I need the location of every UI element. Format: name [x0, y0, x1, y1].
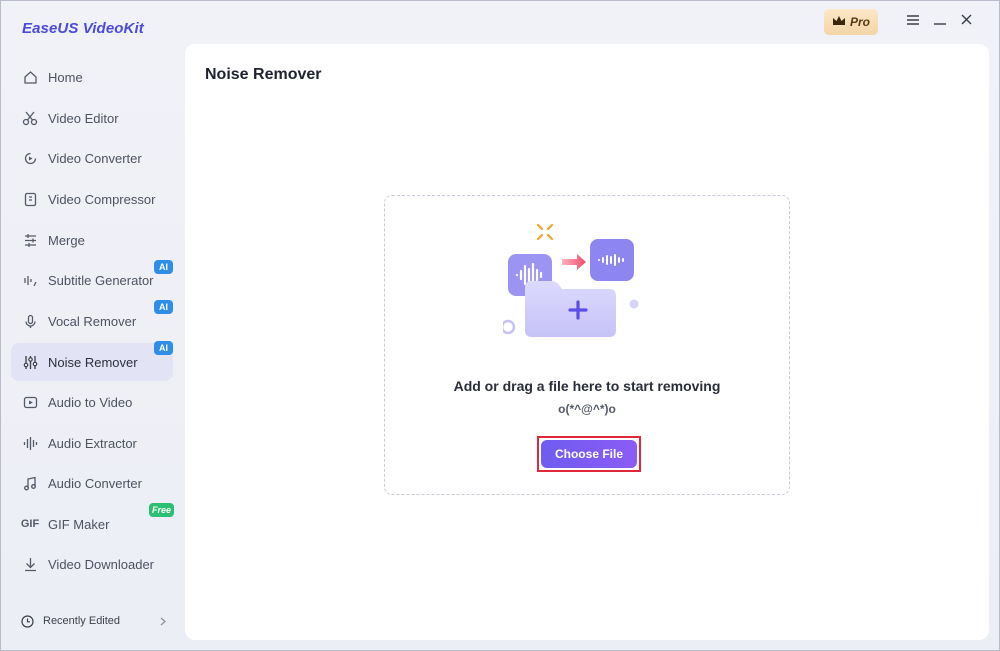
recently-edited-label: Recently Edited [43, 615, 121, 627]
dropzone-instruction: Add or drag a file here to start removin… [453, 378, 721, 394]
sidebar-item-video-downloader[interactable]: Video Downloader [11, 545, 173, 583]
app-window: EaseUS VideoKit Pro Home Video Editor Vi… [0, 0, 1000, 651]
pro-button[interactable]: Pro [824, 9, 878, 35]
free-badge: Free [149, 503, 174, 517]
play-box-icon [21, 393, 39, 411]
app-title: EaseUS VideoKit [22, 20, 144, 37]
sidebar-item-label: Video Converter [48, 150, 142, 166]
main-panel: Noise Remover Add or drag a file here to… [185, 44, 989, 640]
sidebar-item-merge[interactable]: Merge [11, 221, 173, 259]
menu-button[interactable] [903, 11, 923, 31]
clock-icon [21, 614, 34, 628]
sidebar-item-label: Video Compressor [48, 191, 156, 207]
chevron-right-icon [160, 617, 166, 626]
choose-file-button[interactable]: Choose File [541, 440, 637, 468]
gif-icon: GIF [20, 518, 40, 530]
sidebar-item-label: Audio Converter [48, 475, 142, 491]
ai-badge: AI [154, 260, 173, 274]
recently-edited[interactable]: Recently Edited [21, 612, 166, 630]
music-note-icon [21, 474, 39, 492]
sidebar-item-video-editor[interactable]: Video Editor [11, 99, 173, 137]
home-icon [21, 68, 39, 86]
sidebar-item-label: Subtitle Generator [48, 272, 154, 288]
sidebar-item-vocal-remover[interactable]: Vocal Remover [11, 302, 173, 340]
sidebar-item-video-compressor[interactable]: Video Compressor [11, 180, 173, 218]
sidebar-item-label: Audio Extractor [48, 435, 137, 451]
sidebar-item-subtitle-generator[interactable]: Subtitle Generator [11, 261, 173, 299]
sidebar-item-video-converter[interactable]: Video Converter [11, 139, 173, 177]
choose-file-highlight: Choose File [537, 436, 641, 472]
sidebar-item-label: GIF Maker [48, 516, 110, 532]
sidebar-item-home[interactable]: Home [11, 58, 173, 96]
crown-icon [832, 15, 846, 30]
sidebar-item-label: Home [48, 69, 83, 85]
ai-badge: AI [154, 300, 173, 314]
pro-label: Pro [849, 15, 870, 29]
upload-illustration [500, 218, 673, 348]
compress-icon [21, 190, 39, 208]
sidebar-item-label: Noise Remover [48, 354, 138, 370]
sidebar-item-label: Audio to Video [48, 394, 133, 410]
download-icon [21, 555, 39, 573]
sidebar-item-label: Video Editor [48, 110, 119, 126]
close-button[interactable] [956, 11, 976, 31]
sidebar-item-label: Vocal Remover [48, 313, 137, 329]
merge-icon [21, 231, 39, 249]
close-icon [961, 12, 972, 30]
waveform-icon [21, 434, 39, 452]
sidebar-item-audio-converter[interactable]: Audio Converter [11, 464, 173, 502]
scissors-icon [21, 109, 39, 127]
hamburger-icon [907, 12, 919, 30]
minimize-icon [934, 12, 946, 30]
sidebar-item-audio-extractor[interactable]: Audio Extractor [11, 424, 173, 462]
sidebar-item-noise-remover[interactable]: Noise Remover [11, 343, 173, 381]
subtitle-icon [21, 271, 39, 289]
equalizer-icon [21, 353, 39, 371]
microphone-icon [21, 312, 39, 330]
convert-icon [21, 149, 39, 167]
dropzone-emoticon: o(*^@^*)o [558, 402, 616, 416]
sidebar-item-audio-to-video[interactable]: Audio to Video [11, 383, 173, 421]
sidebar-item-label: Video Downloader [48, 556, 154, 572]
ai-badge: AI [154, 341, 173, 355]
sidebar-item-label: Merge [48, 232, 85, 248]
minimize-button[interactable] [930, 11, 950, 31]
page-title: Noise Remover [205, 66, 322, 83]
file-dropzone[interactable]: Add or drag a file here to start removin… [384, 195, 790, 495]
sidebar: Home Video Editor Video Converter Video … [1, 57, 185, 651]
